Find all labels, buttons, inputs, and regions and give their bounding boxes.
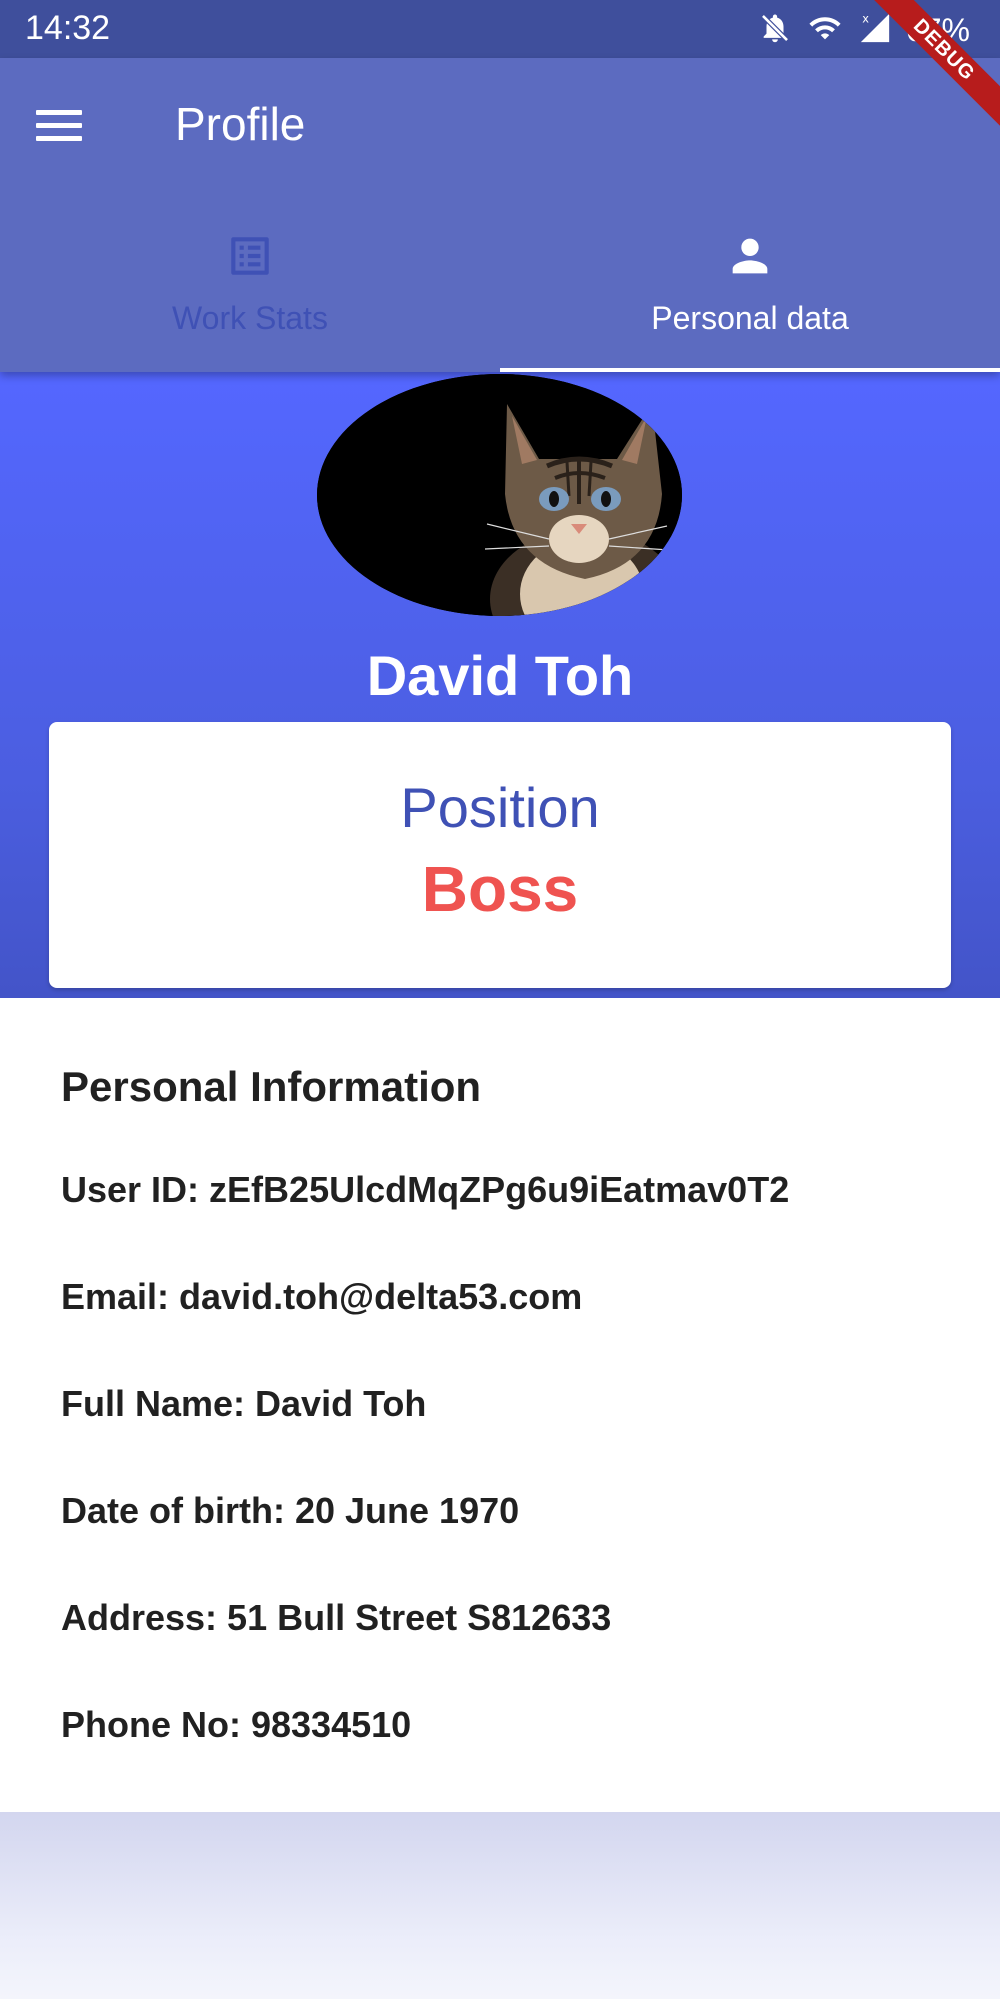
full-name-row: Full Name: David Toh — [61, 1383, 427, 1424]
status-time: 14:32 — [25, 9, 111, 47]
app-bar: Profile Work Stats Personal data — [0, 58, 1000, 372]
date-of-birth-row: Date of birth: 20 June 1970 — [61, 1490, 520, 1531]
avatar — [317, 374, 682, 616]
position-value: Boss — [421, 853, 579, 925]
email-row: Email: david.toh@delta53.com — [61, 1276, 583, 1317]
notifications-off-icon — [758, 11, 792, 50]
battery-level: 67% — [905, 12, 970, 48]
menu-icon-bar — [36, 122, 82, 128]
menu-button[interactable] — [36, 100, 100, 150]
person-icon — [724, 228, 776, 284]
profile-header: David Toh Position Boss — [0, 372, 1000, 998]
status-bar: 14:32 x 67% — [0, 0, 1000, 58]
svg-text:x: x — [862, 11, 869, 25]
section-title: Personal Information — [61, 1063, 482, 1110]
wifi-icon — [806, 11, 844, 50]
menu-icon-bar — [36, 135, 82, 141]
position-label: Position — [400, 776, 600, 839]
list-icon — [225, 228, 275, 284]
cat-photo — [317, 374, 682, 616]
page-title: Profile — [175, 98, 306, 150]
personal-information-section: Personal Information User ID: zEfB25Ulcd… — [0, 998, 1000, 1812]
bottom-background — [0, 1812, 1000, 1999]
menu-icon-bar — [36, 109, 82, 115]
tab-bar: Work Stats Personal data — [0, 208, 1000, 372]
profile-name: David Toh — [366, 644, 634, 707]
address-row: Address: 51 Bull Street S812633 — [61, 1597, 612, 1638]
tab-label: Work Stats — [172, 300, 328, 336]
status-icons: x 67% — [758, 8, 970, 52]
user-id-row: User ID: zEfB25UlcdMqZPg6u9iEatmav0T2 — [61, 1169, 790, 1210]
tab-indicator — [500, 368, 1000, 372]
tab-personal-data[interactable]: Personal data — [500, 208, 1000, 372]
signal-icon: x — [858, 11, 892, 50]
position-card: Position Boss — [49, 722, 951, 988]
tab-work-stats[interactable]: Work Stats — [0, 208, 500, 372]
phone-row: Phone No: 98334510 — [61, 1704, 412, 1745]
tab-label: Personal data — [651, 300, 849, 336]
